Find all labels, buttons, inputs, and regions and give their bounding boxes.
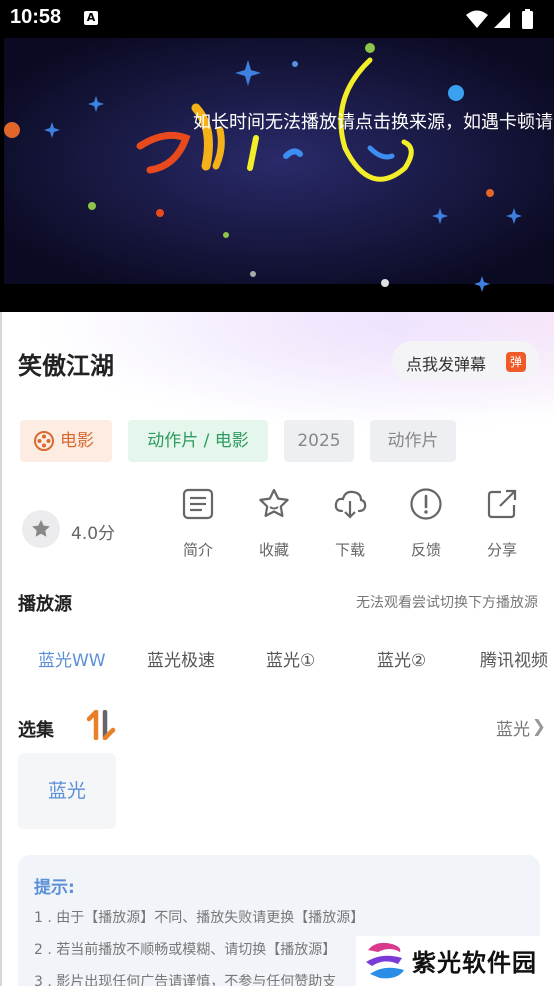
sort-icon[interactable]: [86, 710, 116, 740]
cloud-download-icon: [334, 490, 367, 519]
document-icon: [182, 488, 214, 520]
action-download[interactable]: 下载: [320, 487, 380, 561]
source-tab-5-label: 腾讯视频: [480, 651, 548, 671]
video-title: 笑傲江湖: [18, 352, 114, 380]
tip-line-3: 3 . 影片出现任何广告请谨慎，不参与任何赞助支: [34, 974, 337, 986]
video-player[interactable]: 如长时间无法播放请点击换来源，如遇卡顿请: [0, 38, 554, 312]
action-favorite[interactable]: 收藏: [244, 487, 304, 561]
send-danmaku-label: 点我发弹幕: [406, 355, 487, 374]
video-frame: [0, 38, 554, 312]
tip-line-2: 2 . 若当前播放不顺畅或模糊、请切换【播放源】: [34, 942, 337, 958]
wifi-icon: [466, 10, 488, 28]
action-intro[interactable]: 简介: [168, 487, 228, 561]
watermark-text: 紫光软件园: [412, 949, 537, 977]
source-tab-1[interactable]: 蓝光WW: [38, 646, 106, 671]
tag-type[interactable]: 动作片: [370, 420, 456, 462]
watermark-logo-icon: [366, 942, 404, 979]
film-reel-icon: [34, 431, 54, 451]
rating-score: 4.0分: [71, 524, 116, 544]
action-intro-label: 简介: [182, 541, 213, 559]
source-tab-2[interactable]: 蓝光极速: [147, 646, 215, 671]
action-feedback[interactable]: 反馈: [396, 487, 456, 561]
share-icon: [487, 489, 517, 519]
star-filled-icon: [32, 520, 50, 537]
star-icon: [259, 488, 289, 517]
source-section-title: 播放源: [18, 594, 72, 615]
source-tab-3[interactable]: 蓝光①: [266, 646, 315, 671]
action-favorite-label: 收藏: [258, 541, 289, 559]
signal-icon: [494, 12, 510, 28]
action-share[interactable]: 分享: [472, 487, 532, 561]
site-watermark: 紫光软件园: [356, 936, 554, 986]
playback-hint-marquee: 如长时间无法播放请点击换来源，如遇卡顿请: [193, 112, 553, 133]
episodes-section-title: 选集: [18, 720, 54, 741]
danmaku-icon: 弹: [506, 352, 526, 372]
tag-category[interactable]: 电影: [20, 420, 112, 462]
source-tab-5[interactable]: 腾讯视频: [470, 642, 554, 672]
tag-category-label: 电影: [60, 431, 94, 451]
battery-icon: [522, 11, 533, 29]
send-danmaku-button[interactable]: 点我发弹幕 弹: [392, 341, 540, 381]
notification-icon: A: [84, 11, 98, 25]
episode-item[interactable]: 蓝光: [18, 753, 116, 829]
status-bar: 10:58 A: [0, 0, 554, 38]
action-download-label: 下载: [334, 541, 365, 559]
source-tab-4[interactable]: 蓝光②: [377, 646, 426, 671]
tips-title: 提示:: [34, 878, 75, 898]
action-feedback-label: 反馈: [410, 541, 441, 559]
source-hint: 无法观看尝试切换下方播放源: [356, 595, 538, 611]
rating-badge: [22, 510, 60, 548]
tag-genre[interactable]: 动作片 / 电影: [128, 420, 268, 462]
tip-line-1: 1 . 由于【播放源】不同、播放失败请更换【播放源】: [34, 910, 365, 926]
status-time: 10:58: [10, 6, 62, 28]
status-icons: [466, 9, 533, 29]
alert-icon: [410, 488, 442, 520]
chevron-right-icon[interactable]: ❯: [532, 717, 546, 737]
episode-source-selector[interactable]: 蓝光: [496, 715, 530, 740]
action-share-label: 分享: [486, 541, 517, 559]
tag-year[interactable]: 2025: [284, 420, 354, 462]
details-panel: 笑傲江湖 点我发弹幕 弹 电影 动作片 / 电影 2025 动作片 4.0分 简…: [0, 312, 554, 986]
